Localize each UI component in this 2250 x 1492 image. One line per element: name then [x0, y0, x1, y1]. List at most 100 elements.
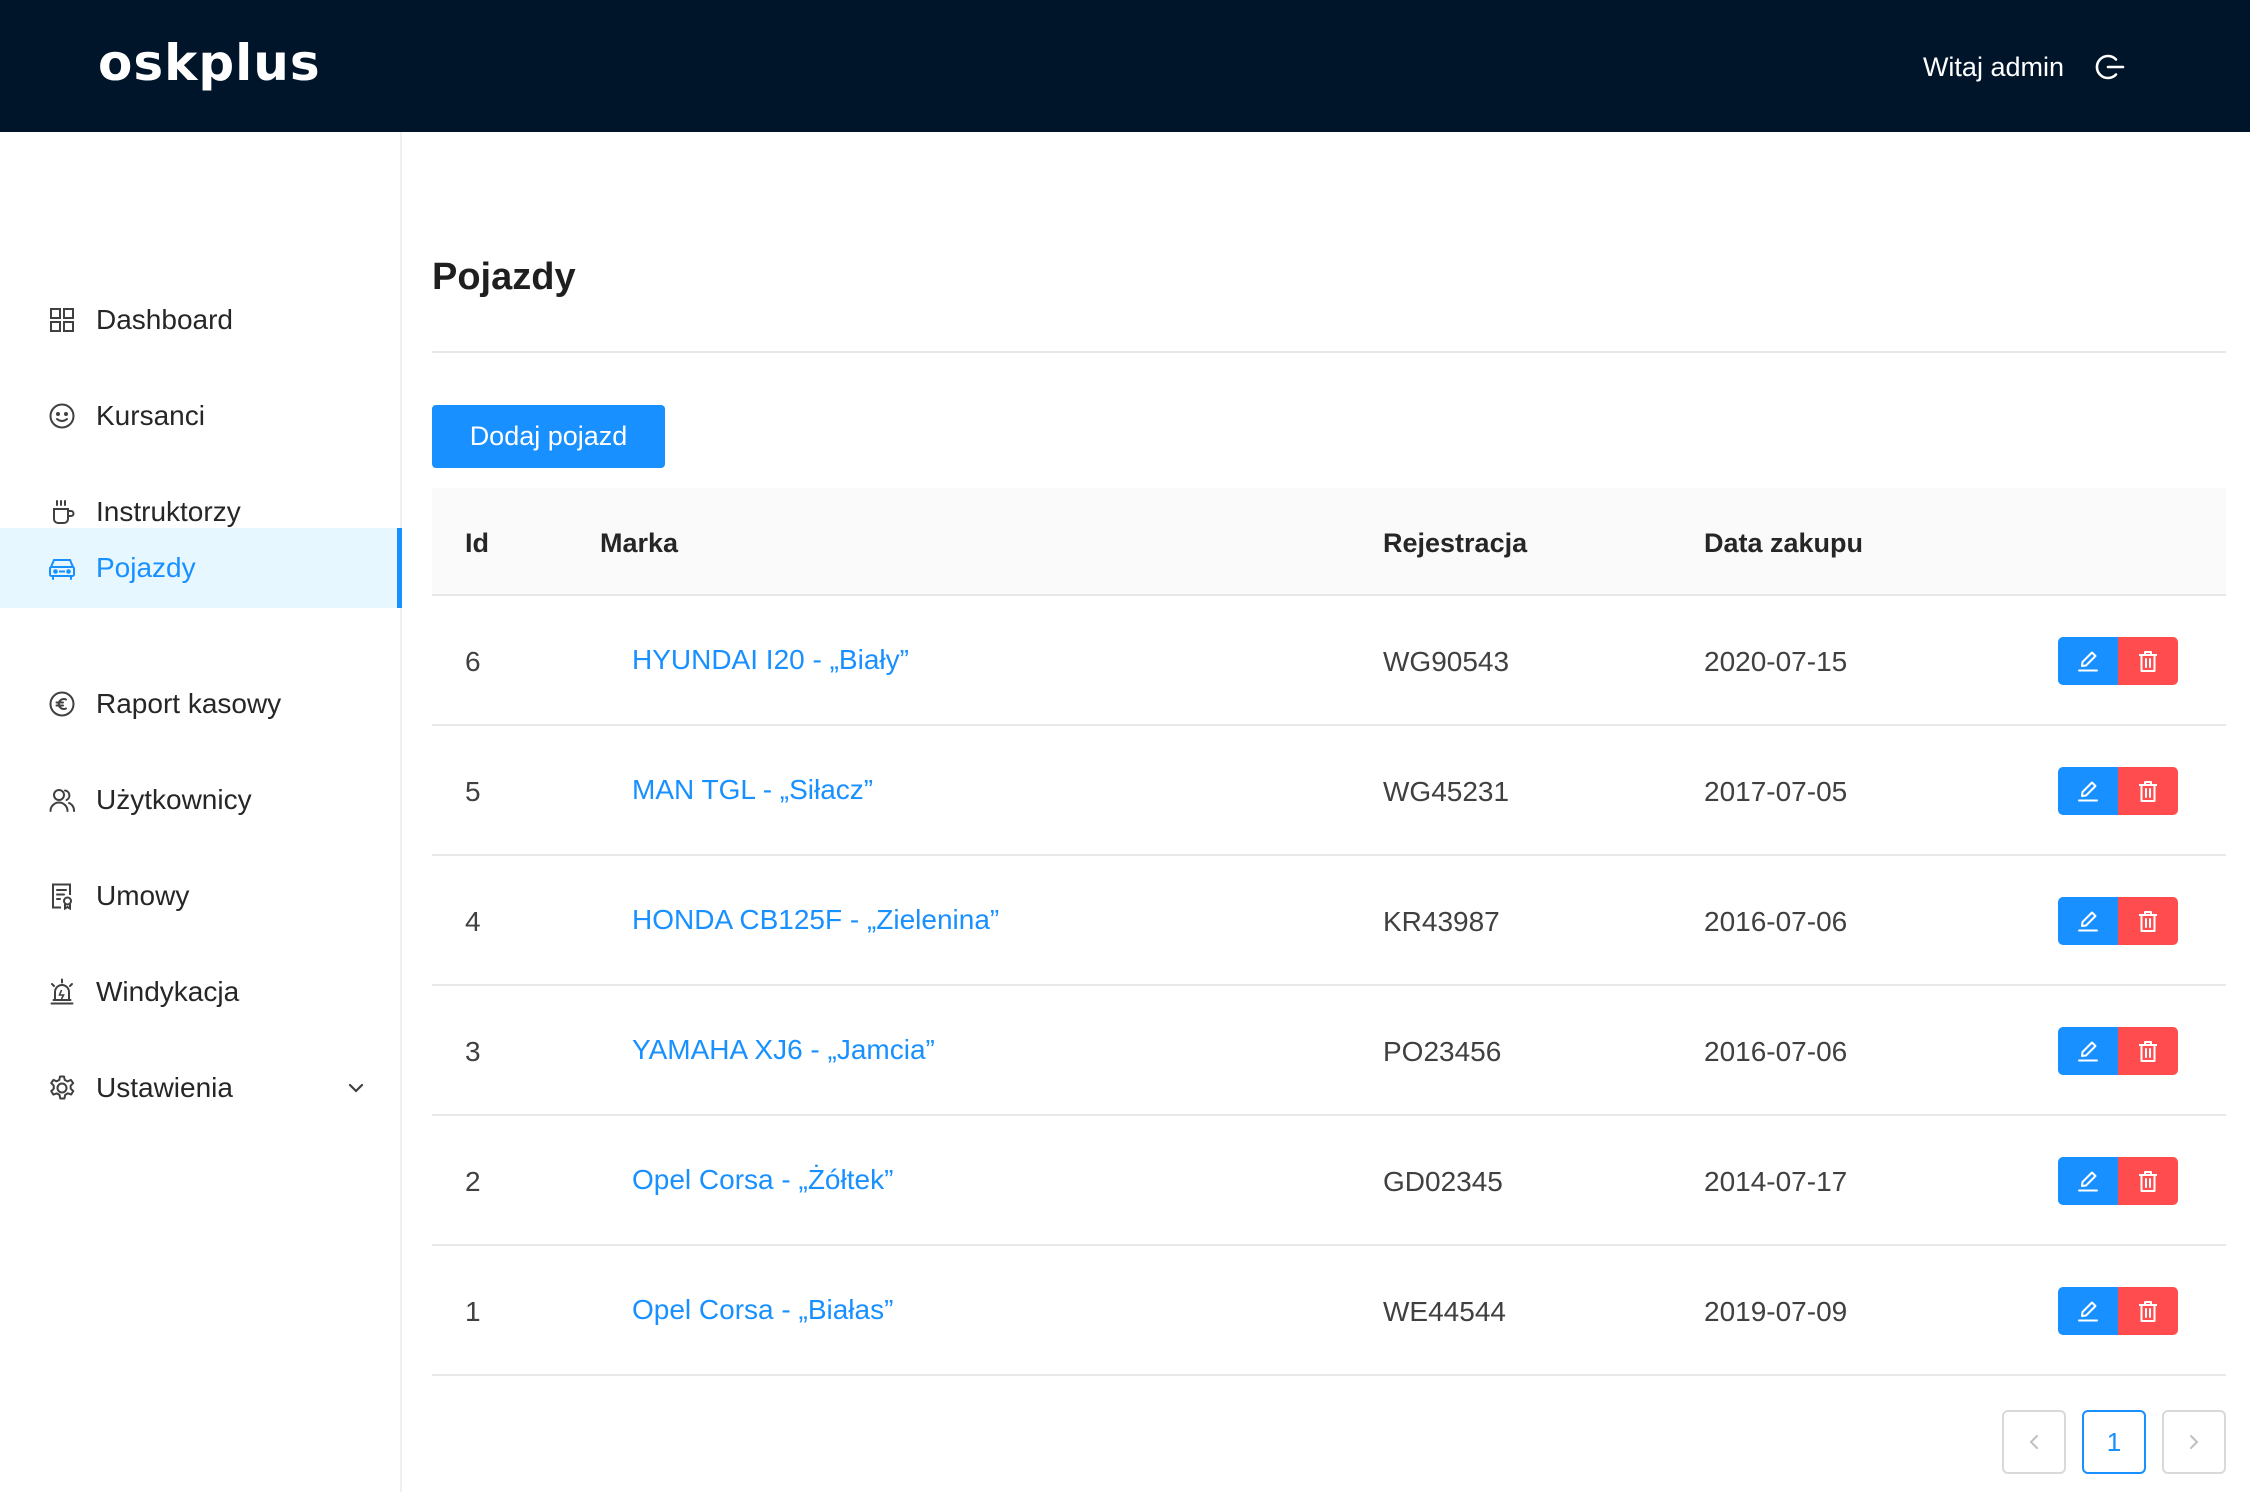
row-actions: [2058, 767, 2178, 815]
row-actions: [2058, 897, 2178, 945]
sidebar-item-label: Umowy: [96, 880, 190, 911]
cell-rejestracja: WG90543: [1383, 646, 1510, 677]
delete-button[interactable]: [2118, 1287, 2178, 1335]
cell-id: 5: [465, 776, 481, 807]
cell-data-zakupu: 2016-07-06: [1704, 906, 1848, 937]
pagination-next-button[interactable]: [2162, 1410, 2226, 1474]
table-row: 3 YAMAHA XJ6 - „Jamcia” PO23456 2016-07-…: [432, 986, 2226, 1116]
sidebar-item-label: Ustawienia: [96, 1072, 233, 1103]
sidebar-item-umowy[interactable]: Umowy: [0, 856, 402, 936]
top-header: oskplus Witaj admin: [0, 0, 2250, 132]
cell-id: 6: [465, 646, 481, 677]
file-icon: [52, 883, 72, 911]
cell-rejestracja: PO23456: [1383, 1036, 1502, 1067]
delete-button[interactable]: [2118, 897, 2178, 945]
smile-icon: [49, 403, 75, 429]
pagination-prev-button[interactable]: [2002, 1410, 2066, 1474]
vehicle-link[interactable]: MAN TGL - „Siłacz”: [632, 774, 873, 806]
sidebar-item-kursanci[interactable]: Kursanci: [0, 376, 402, 456]
edit-button[interactable]: [2058, 1157, 2118, 1205]
delete-button[interactable]: [2118, 1157, 2178, 1205]
trash-icon: [2139, 781, 2157, 802]
sidebar-item-pojazdy[interactable]: Pojazdy: [0, 528, 402, 608]
logout-icon[interactable]: [2094, 51, 2126, 83]
edit-button[interactable]: [2058, 637, 2118, 685]
table-row: 5 MAN TGL - „Siłacz” WG45231 2017-07-05: [432, 726, 2226, 856]
car-icon: [49, 559, 75, 580]
sidebar-item-label: Raport kasowy: [96, 688, 282, 719]
edit-icon: [2078, 651, 2098, 672]
row-actions: [2058, 1157, 2178, 1205]
sidebar-item-label: Użytkownicy: [96, 784, 252, 815]
sidebar-item-windykacja[interactable]: Windykacja: [0, 952, 402, 1032]
cell-data-zakupu: 2020-07-15: [1704, 646, 1848, 677]
vehicle-link[interactable]: HYUNDAI I20 - „Biały”: [632, 644, 909, 676]
delete-button[interactable]: [2118, 637, 2178, 685]
column-header-marka: Marka: [600, 528, 679, 558]
column-header-data-zakupu: Data zakupu: [1704, 528, 1864, 558]
edit-icon: [2078, 781, 2098, 802]
sidebar-item-label: Windykacja: [96, 976, 240, 1007]
trash-icon: [2139, 1301, 2157, 1322]
add-vehicle-button[interactable]: Dodaj pojazd: [432, 405, 665, 468]
sidebar-item-label: Dashboard: [96, 304, 233, 335]
trash-icon: [2139, 651, 2157, 672]
edit-icon: [2078, 1301, 2098, 1322]
table-row: 1 Opel Corsa - „Białas” WE44544 2019-07-…: [432, 1246, 2226, 1376]
edit-icon: [2078, 911, 2098, 932]
edit-icon: [2078, 1171, 2098, 1192]
vehicles-table: Id Marka Rejestracja Data zakupu 6 HYUND…: [432, 488, 2226, 1376]
cell-rejestracja: WG45231: [1383, 776, 1510, 807]
cell-rejestracja: GD02345: [1383, 1166, 1503, 1197]
table-row: 4 HONDA CB125F - „Zielenina” KR43987 201…: [432, 856, 2226, 986]
delete-button[interactable]: [2118, 767, 2178, 815]
cell-data-zakupu: 2019-07-09: [1704, 1296, 1848, 1327]
euro-icon: [49, 691, 75, 717]
column-header-id: Id: [465, 528, 489, 558]
app-logo[interactable]: oskplus: [98, 34, 321, 92]
sidebar-item-raport-kasowy[interactable]: Raport kasowy: [0, 664, 402, 744]
welcome-text: Witaj admin: [1922, 52, 2064, 82]
vehicle-link[interactable]: Opel Corsa - „Białas”: [632, 1294, 893, 1326]
sidebar-item-uzytkownicy[interactable]: Użytkownicy: [0, 760, 402, 840]
row-actions: [2058, 637, 2178, 685]
delete-button[interactable]: [2118, 1027, 2178, 1075]
vehicle-link[interactable]: Opel Corsa - „Żółtek”: [632, 1164, 893, 1196]
cell-id: 4: [465, 906, 481, 937]
sidebar-item-label: Instruktorzy: [96, 496, 241, 527]
edit-button[interactable]: [2058, 767, 2118, 815]
cell-data-zakupu: 2016-07-06: [1704, 1036, 1848, 1067]
vehicle-link[interactable]: HONDA CB125F - „Zielenina”: [632, 904, 999, 936]
chevron-left-icon: [2029, 1435, 2038, 1449]
table-row: 2 Opel Corsa - „Żółtek” GD02345 2014-07-…: [432, 1116, 2226, 1246]
chevron-down-icon: [348, 1083, 364, 1093]
edit-button[interactable]: [2058, 1027, 2118, 1075]
cell-id: 1: [465, 1296, 481, 1327]
cell-rejestracja: WE44544: [1383, 1296, 1506, 1327]
alert-icon: [50, 978, 74, 1005]
cell-data-zakupu: 2017-07-05: [1704, 776, 1848, 807]
row-actions: [2058, 1027, 2178, 1075]
sidebar-item-ustawienia[interactable]: Ustawienia: [0, 1048, 402, 1128]
setting-icon: [50, 1075, 75, 1100]
sidebar-item-dashboard[interactable]: Dashboard: [0, 280, 402, 360]
coffee-icon: [53, 500, 75, 524]
page-title: Pojazdy: [432, 256, 576, 298]
cell-rejestracja: KR43987: [1383, 906, 1500, 937]
title-divider: [432, 351, 2226, 353]
cell-id: 3: [465, 1036, 481, 1067]
trash-icon: [2139, 1171, 2157, 1192]
cell-id: 2: [465, 1166, 481, 1197]
sidebar: Dashboard Kursanci Instruktorzy Pojazdy: [0, 132, 402, 1492]
vehicle-link[interactable]: YAMAHA XJ6 - „Jamcia”: [632, 1034, 935, 1066]
edit-button[interactable]: [2058, 1287, 2118, 1335]
row-actions: [2058, 1287, 2178, 1335]
edit-button[interactable]: [2058, 897, 2118, 945]
column-header-rejestracja: Rejestracja: [1383, 528, 1528, 558]
chevron-right-icon: [2190, 1435, 2199, 1449]
sidebar-item-label: Pojazdy: [96, 552, 196, 583]
trash-icon: [2139, 1041, 2157, 1062]
table-header: Id Marka Rejestracja Data zakupu: [432, 488, 2226, 596]
pagination-page-1[interactable]: 1: [2082, 1410, 2146, 1474]
team-icon: [49, 789, 75, 812]
